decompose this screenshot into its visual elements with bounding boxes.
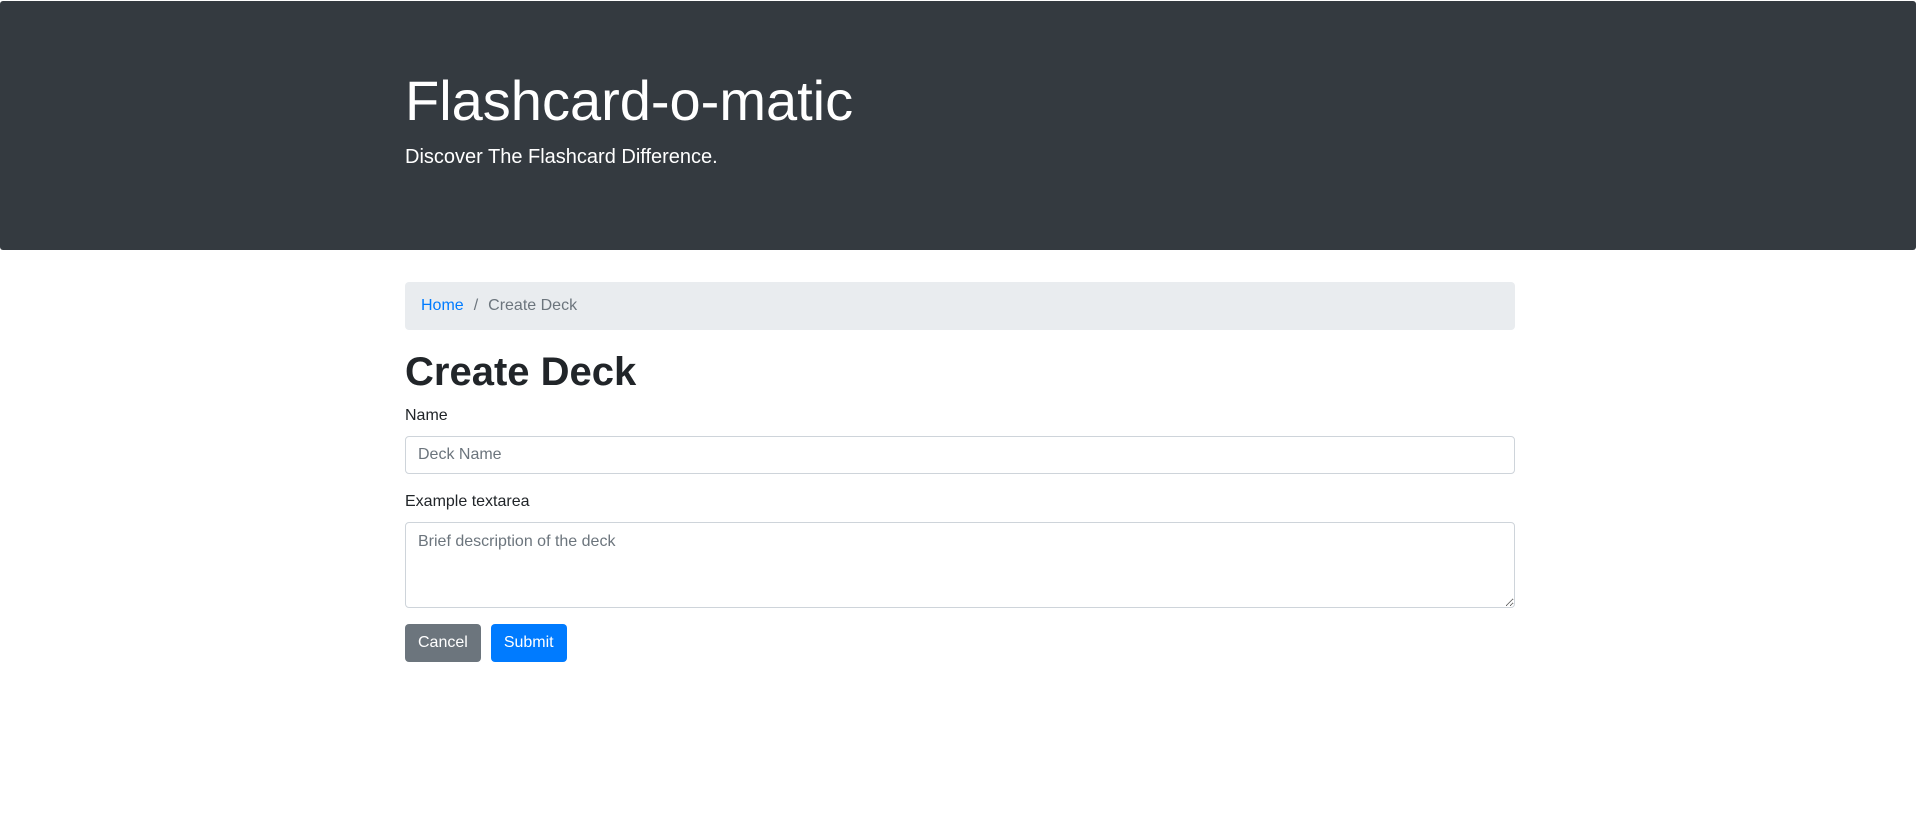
site-tagline: Discover The Flashcard Difference. <box>405 146 718 168</box>
breadcrumb-separator: / <box>473 297 479 314</box>
deck-name-input[interactable] <box>405 436 1515 474</box>
breadcrumb-home-link[interactable]: Home <box>421 297 464 315</box>
create-deck-form: Name Example textarea Cancel Submit <box>405 406 1515 662</box>
deck-description-textarea[interactable] <box>405 522 1515 608</box>
site-title: Flashcard-o-matic <box>405 69 854 132</box>
description-form-group: Example textarea <box>405 492 1515 608</box>
breadcrumb: Home / Create Deck <box>405 282 1515 330</box>
name-label: Name <box>405 407 448 424</box>
cancel-button[interactable]: Cancel <box>405 624 481 662</box>
breadcrumb-current: Create Deck <box>488 297 578 314</box>
header-banner: Flashcard-o-matic Discover The Flashcard… <box>0 1 1916 250</box>
main-content: Home / Create Deck Create Deck Name Exam… <box>405 282 1515 662</box>
submit-button[interactable]: Submit <box>490 624 567 662</box>
name-form-group: Name <box>405 406 1515 474</box>
description-label: Example textarea <box>405 493 530 510</box>
page-title: Create Deck <box>405 350 637 394</box>
form-actions: Cancel Submit <box>405 624 1515 662</box>
